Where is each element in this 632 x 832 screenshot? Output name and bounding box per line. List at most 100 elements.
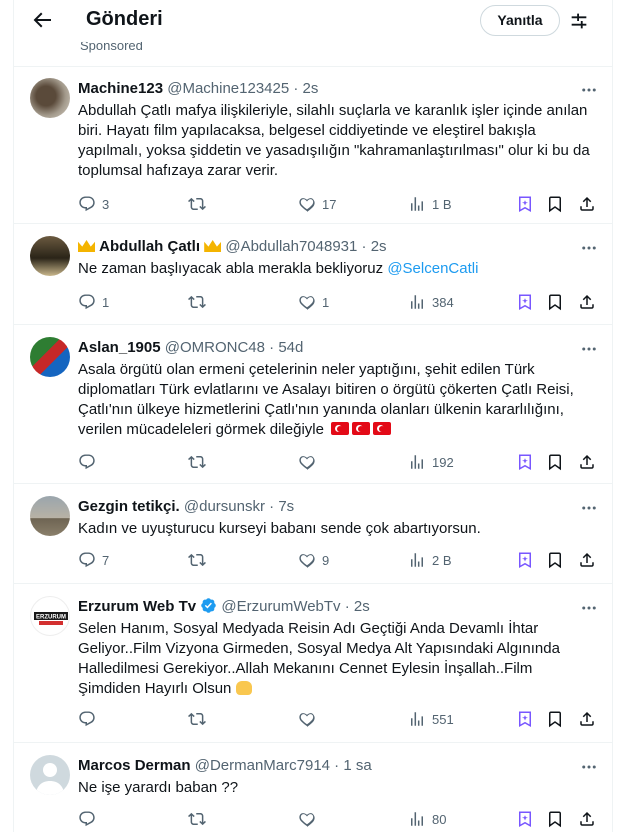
tweet-header: Abdullah Çatlı @Abdullah7048931 · 2s: [78, 237, 387, 257]
reply-icon: [79, 552, 95, 568]
filter-icon[interactable]: [568, 10, 590, 32]
retweet-action[interactable]: [188, 194, 212, 214]
back-arrow-icon[interactable]: [30, 8, 54, 32]
reply-tweet[interactable]: Machine123 @Machine123425 · 2s Abdullah …: [14, 67, 612, 224]
share-icon: [580, 294, 594, 309]
reply-action[interactable]: 7: [78, 550, 109, 570]
retweet-action[interactable]: [188, 709, 212, 729]
more-icon[interactable]: [580, 758, 598, 776]
timestamp[interactable]: 2s: [371, 238, 387, 255]
more-icon[interactable]: [580, 239, 598, 257]
bookmark-icon: [549, 454, 561, 471]
timestamp[interactable]: 2s: [354, 598, 370, 615]
bookmark-action[interactable]: [546, 194, 564, 214]
avatar[interactable]: [30, 78, 70, 118]
more-icon[interactable]: [580, 499, 598, 517]
retweet-action[interactable]: [188, 809, 212, 829]
avatar[interactable]: [30, 496, 70, 536]
share-action[interactable]: [578, 292, 596, 312]
timestamp[interactable]: 7s: [278, 498, 294, 515]
grok-action[interactable]: [516, 292, 534, 312]
reply-count: 3: [102, 196, 110, 212]
share-action[interactable]: [578, 709, 596, 729]
more-icon[interactable]: [580, 81, 598, 99]
username[interactable]: @Abdullah7048931: [225, 238, 357, 255]
views-action[interactable]: 551: [408, 709, 454, 729]
share-action[interactable]: [578, 809, 596, 829]
username[interactable]: @dursunskr: [184, 498, 265, 515]
reply-tweet[interactable]: Marcos Derman @DermanMarc7914 · 1 sa Ne …: [14, 744, 612, 832]
grok-action[interactable]: [516, 194, 534, 214]
bookmark-icon: [549, 711, 561, 728]
separator-dot: ·: [344, 598, 350, 615]
retweet-action[interactable]: [188, 452, 212, 472]
bookmark-action[interactable]: [546, 452, 564, 472]
crown-icon: [204, 240, 222, 252]
display-name[interactable]: Marcos Derman: [78, 757, 191, 774]
bookmark-icon: [549, 811, 561, 828]
username[interactable]: @OMRONC48: [165, 339, 265, 356]
views-icon: [411, 712, 423, 726]
like-action[interactable]: 17: [298, 194, 336, 214]
timestamp[interactable]: 2s: [303, 80, 319, 97]
timestamp[interactable]: 54d: [278, 339, 303, 356]
avatar[interactable]: [30, 755, 70, 795]
share-action[interactable]: [578, 194, 596, 214]
like-action[interactable]: [298, 709, 322, 729]
share-action[interactable]: [578, 550, 596, 570]
bookmark-action[interactable]: [546, 292, 564, 312]
grok-action[interactable]: [516, 550, 534, 570]
display-name[interactable]: Aslan_1905: [78, 339, 161, 356]
bookmark-action[interactable]: [546, 809, 564, 829]
retweet-action[interactable]: [188, 292, 212, 312]
like-action[interactable]: 1: [298, 292, 329, 312]
timestamp[interactable]: 1 sa: [343, 757, 371, 774]
views-icon: [411, 455, 423, 469]
share-action[interactable]: [578, 452, 596, 472]
grok-action[interactable]: [516, 809, 534, 829]
reply-tweet[interactable]: Gezgin tetikçi. @dursunskr · 7s Kadın ve…: [14, 485, 612, 584]
reply-action[interactable]: 1: [78, 292, 109, 312]
username[interactable]: @DermanMarc7914: [195, 757, 330, 774]
bookmark-action[interactable]: [546, 709, 564, 729]
more-icon[interactable]: [580, 340, 598, 358]
more-icon[interactable]: [580, 599, 598, 617]
separator-dot: ·: [293, 80, 299, 97]
avatar[interactable]: [30, 236, 70, 276]
grok-action[interactable]: [516, 709, 534, 729]
display-name[interactable]: Abdullah Çatlı: [99, 238, 200, 255]
views-count: 1 B: [432, 196, 452, 212]
reply-action[interactable]: [78, 809, 102, 829]
avatar[interactable]: [30, 337, 70, 377]
reply-tweet[interactable]: Aslan_1905 @OMRONC48 · 54d Asala örgütü …: [14, 326, 612, 484]
display-name[interactable]: Gezgin tetikçi.: [78, 498, 180, 515]
views-count: 551: [432, 711, 454, 727]
grok-action[interactable]: [516, 452, 534, 472]
turkish-flag-icon: [352, 422, 371, 435]
default-avatar-icon: [36, 763, 64, 795]
avatar[interactable]: ERZURUM: [30, 596, 70, 636]
username[interactable]: @ErzurumWebTv: [221, 598, 340, 615]
views-action[interactable]: 192: [408, 452, 454, 472]
bookmark-action[interactable]: [546, 550, 564, 570]
views-action[interactable]: 384: [408, 292, 454, 312]
display-name[interactable]: Erzurum Web Tv: [78, 598, 196, 615]
reply-action[interactable]: [78, 709, 102, 729]
tweet-text: Ne zaman başlıyacak abla merakla bekliyo…: [78, 260, 384, 277]
reply-tweet[interactable]: ERZURUM Erzurum Web Tv @ErzurumWebTv · 2…: [14, 585, 612, 743]
username[interactable]: @Machine123425: [167, 80, 289, 97]
bookmark-icon: [549, 294, 561, 311]
views-action[interactable]: 80: [408, 809, 446, 829]
display-name[interactable]: Machine123: [78, 80, 163, 97]
views-action[interactable]: 2 B: [408, 550, 452, 570]
reply-tweet[interactable]: Abdullah Çatlı @Abdullah7048931 · 2s Ne …: [14, 225, 612, 325]
reply-action[interactable]: [78, 452, 102, 472]
reply-action[interactable]: 3: [78, 194, 109, 214]
like-action[interactable]: [298, 452, 322, 472]
like-action[interactable]: [298, 809, 322, 829]
mention-link[interactable]: @SelcenCatli: [387, 260, 478, 277]
views-action[interactable]: 1 B: [408, 194, 452, 214]
like-action[interactable]: 9: [298, 550, 329, 570]
retweet-action[interactable]: [188, 550, 212, 570]
reply-button[interactable]: Yanıtla: [480, 5, 560, 36]
